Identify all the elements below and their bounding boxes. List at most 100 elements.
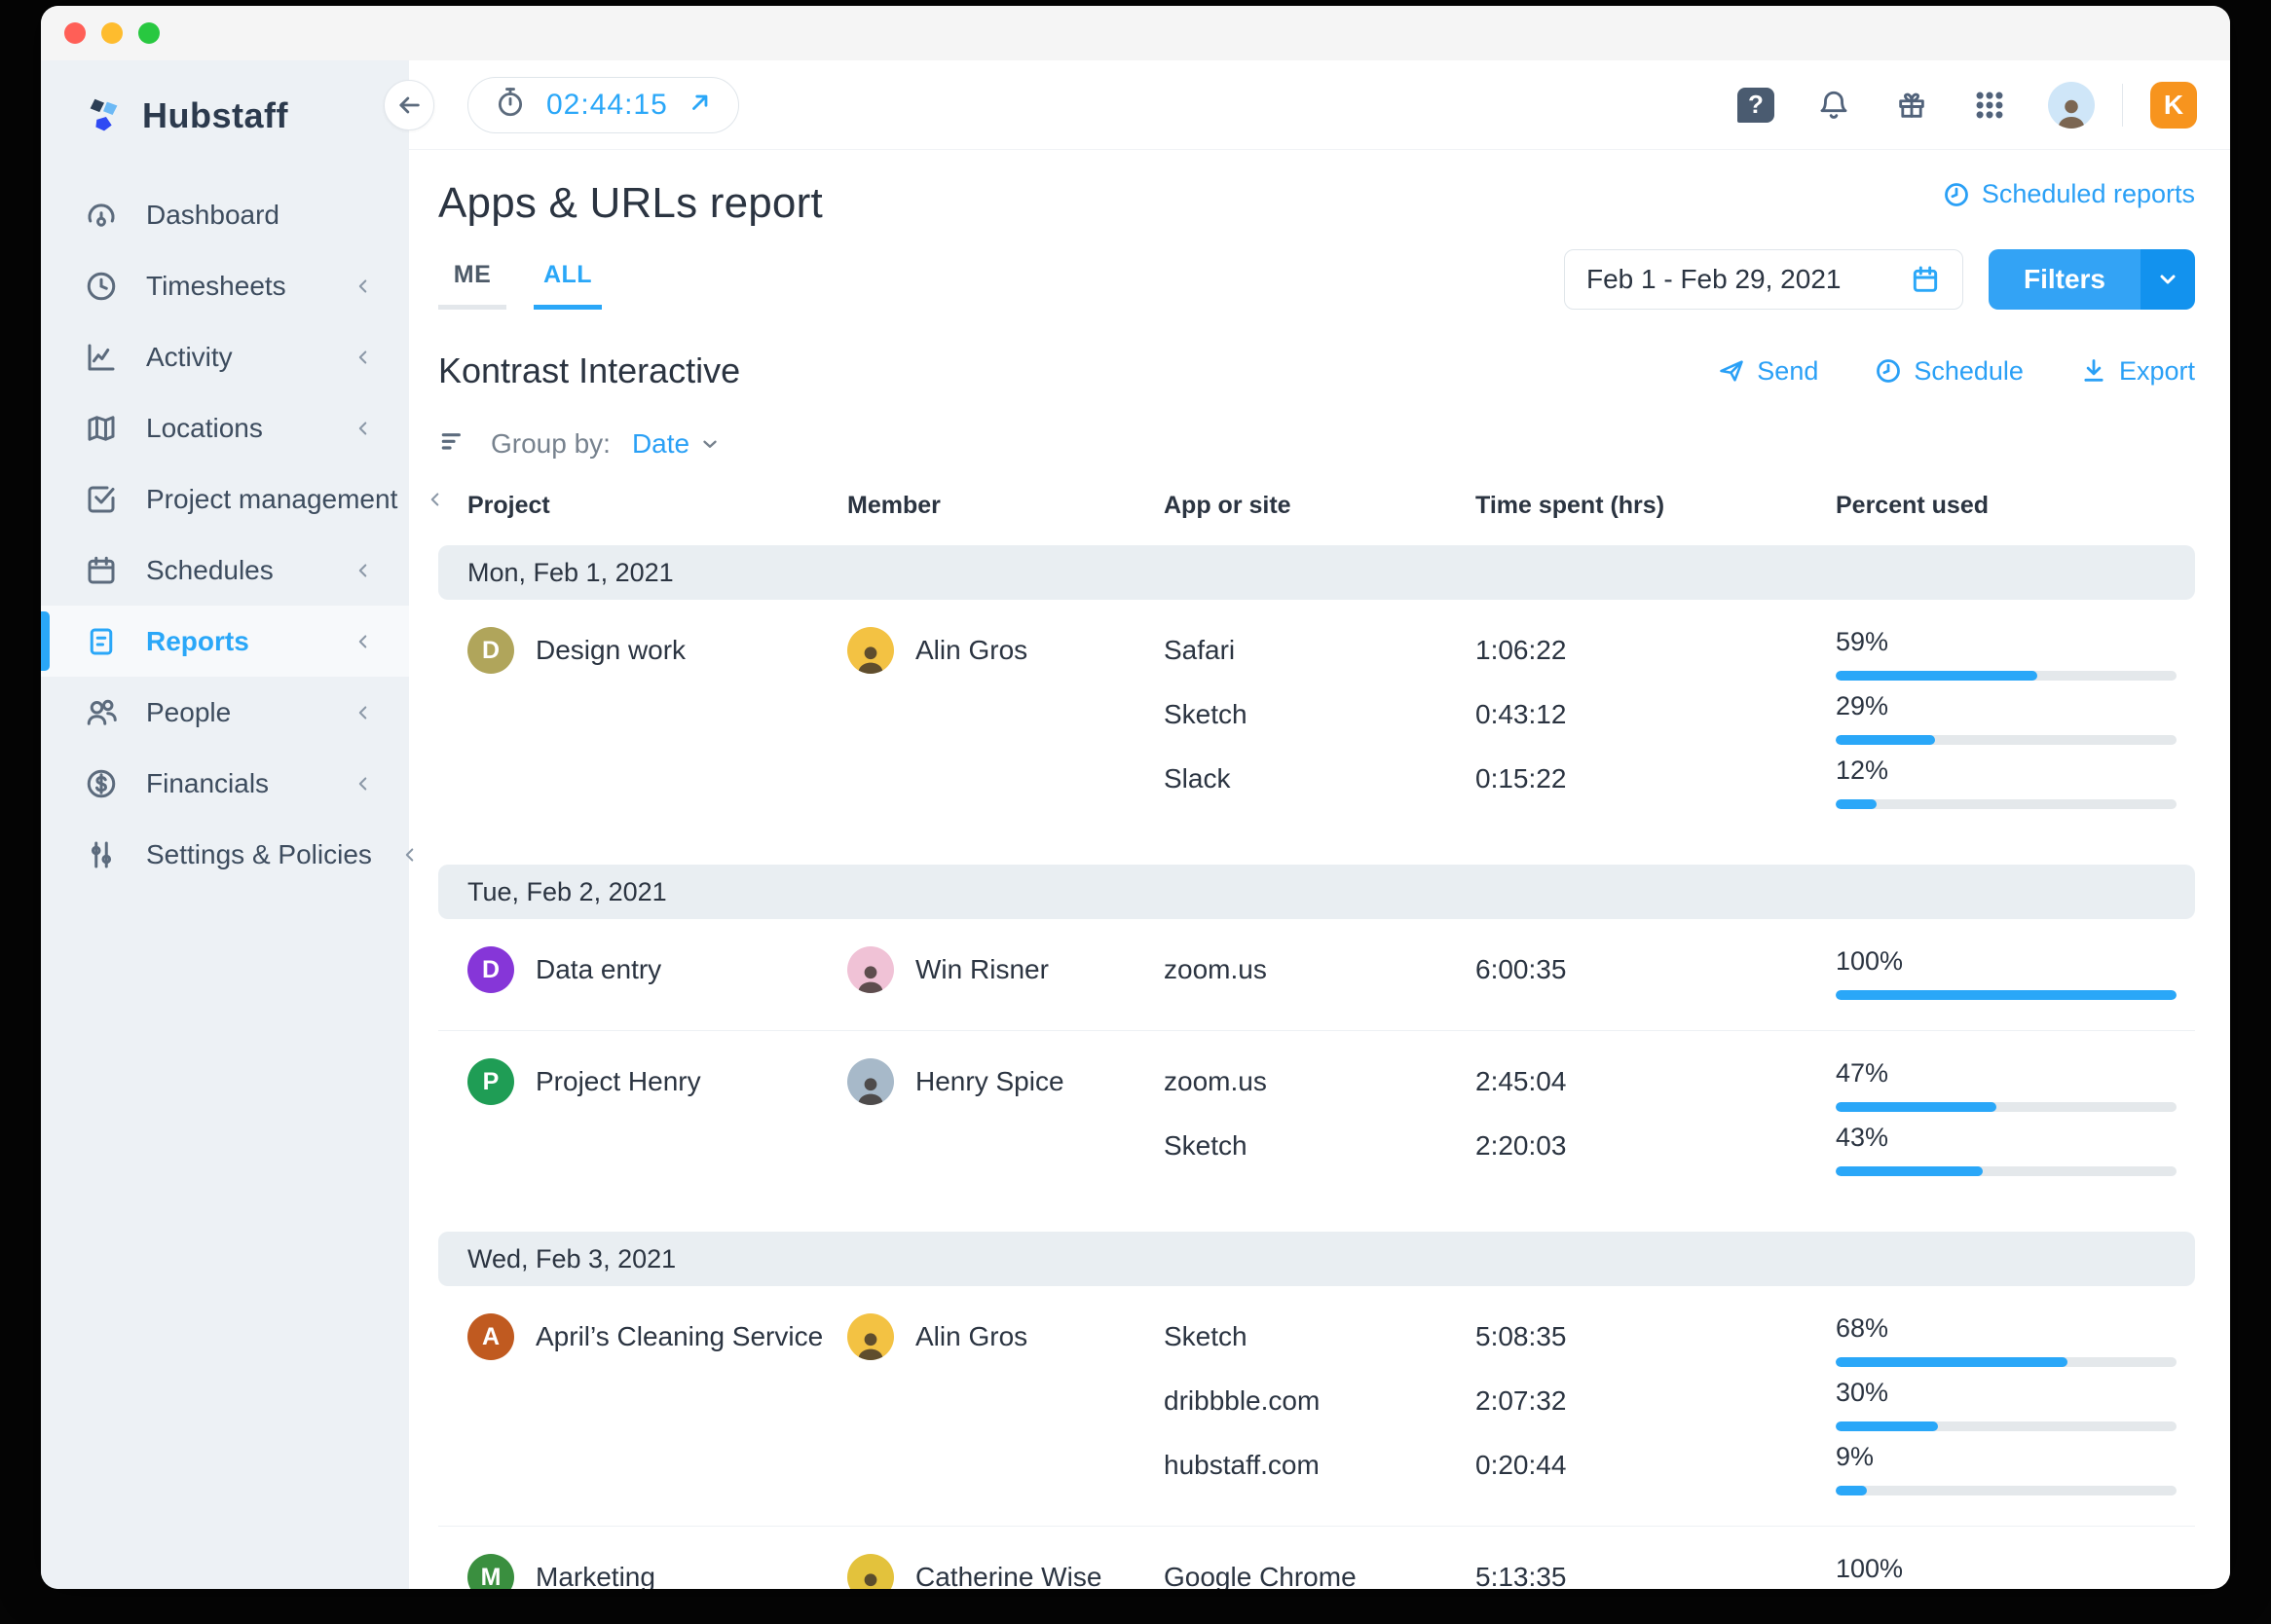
minimize-window-button[interactable] — [101, 22, 123, 44]
date-range-picker[interactable]: Feb 1 - Feb 29, 2021 — [1564, 249, 1963, 310]
percent-bar-track — [1836, 1486, 2177, 1495]
percent-bar-track — [1836, 1357, 2177, 1367]
back-button[interactable] — [384, 80, 434, 130]
sidebar-item-label: Reports — [146, 626, 325, 657]
tab-all[interactable]: ALL — [534, 247, 602, 310]
whats-new-button[interactable] — [1892, 86, 1931, 125]
scheduled-reports-link[interactable]: Scheduled reports — [1943, 179, 2195, 209]
close-window-button[interactable] — [64, 22, 86, 44]
hubstaff-logo-icon — [82, 93, 127, 138]
percent-bar-track — [1836, 1102, 2177, 1112]
project-cell: PProject Henry — [467, 1058, 847, 1105]
date-group-rows: DDesign workAlin GrosSafari1:06:2259%Ske… — [438, 600, 2195, 839]
chevron-down-icon — [2156, 268, 2179, 291]
percent-bar-track — [1836, 1421, 2177, 1431]
sidebar-item-project-management[interactable]: Project management — [41, 463, 409, 535]
date-group-header: Tue, Feb 2, 2021 — [438, 865, 2195, 919]
percent-used-label: 100% — [1836, 1554, 2195, 1584]
app-name: dribbble.com — [1164, 1378, 1475, 1417]
app-name: Safari — [1164, 627, 1475, 666]
sidebar-item-label: Locations — [146, 413, 325, 444]
member-name: Catherine Wise — [915, 1562, 1101, 1589]
percent-bar-fill — [1836, 1357, 2067, 1367]
percent-bar-track — [1836, 735, 2177, 745]
project-name: Design work — [536, 635, 686, 666]
send-button[interactable]: Send — [1718, 356, 1818, 387]
sidebar-item-people[interactable]: People — [41, 677, 409, 748]
hubstaff-logo[interactable]: Hubstaff — [41, 60, 409, 138]
help-icon: ? — [1737, 88, 1774, 123]
date-group-rows: AApril’s Cleaning ServiceAlin GrosSketch… — [438, 1286, 2195, 1589]
apps-cell: Sketch5:08:3568%dribbble.com2:07:3230%hu… — [1164, 1313, 2195, 1506]
percent-used-label: 29% — [1836, 691, 2195, 721]
app-usage-line: Sketch5:08:3568% — [1164, 1313, 2195, 1378]
sidebar-item-label: Dashboard — [146, 200, 374, 231]
percent-used-cell: 59% — [1836, 627, 2195, 681]
app-name: hubstaff.com — [1164, 1442, 1475, 1481]
timer-widget[interactable]: 02:44:15 — [467, 77, 739, 133]
timer-value: 02:44:15 — [546, 89, 668, 122]
bell-icon — [1817, 89, 1850, 122]
sidebar-item-label: Settings & Policies — [146, 839, 372, 870]
sidebar-item-activity[interactable]: Activity — [41, 321, 409, 392]
chevron-left-icon — [425, 489, 446, 510]
percent-used-label: 100% — [1836, 946, 2195, 977]
notifications-button[interactable] — [1814, 86, 1853, 125]
percent-used-cell: 9% — [1836, 1442, 2195, 1495]
export-label: Export — [2119, 356, 2195, 387]
app-body: Hubstaff Dashboard Timesheets Activity Loca… — [41, 60, 2230, 1589]
help-button[interactable]: ? — [1736, 86, 1775, 125]
chevron-left-icon — [353, 418, 374, 439]
project-name: April’s Cleaning Service — [536, 1321, 823, 1352]
chevron-left-icon — [353, 560, 374, 581]
sidebar-item-reports[interactable]: Reports — [41, 606, 409, 677]
group-by-selector[interactable]: Date — [632, 428, 721, 460]
member-avatar — [847, 1554, 894, 1589]
reports-icon — [84, 624, 119, 659]
sidebar-item-settings-policies[interactable]: Settings & Policies — [41, 819, 409, 890]
zoom-window-button[interactable] — [138, 22, 160, 44]
back-arrow-icon — [395, 92, 423, 119]
percent-used-cell: 47% — [1836, 1058, 2195, 1112]
sidebar-item-locations[interactable]: Locations — [41, 392, 409, 463]
filters-button[interactable]: Filters — [1989, 249, 2141, 310]
controls-row: ME ALL Feb 1 - Feb 29, 2021 Filters — [438, 247, 2195, 310]
apps-menu-button[interactable] — [1970, 86, 2009, 125]
member-avatar — [847, 1058, 894, 1105]
col-time-spent: Time spent (hrs) — [1475, 492, 1836, 520]
member-cell: Alin Gros — [847, 627, 1164, 674]
percent-bar-track — [1836, 990, 2177, 1000]
app-name: zoom.us — [1164, 1058, 1475, 1097]
project-name: Marketing — [536, 1562, 655, 1589]
app-window: Hubstaff Dashboard Timesheets Activity Loca… — [41, 6, 2230, 1589]
open-timer-icon[interactable] — [688, 90, 713, 120]
sidebar-item-schedules[interactable]: Schedules — [41, 535, 409, 606]
project-name: Data entry — [536, 954, 661, 985]
sidebar-item-label: Timesheets — [146, 271, 325, 302]
percent-bar-fill — [1836, 990, 2177, 1000]
sidebar-item-financials[interactable]: Financials — [41, 748, 409, 819]
table-row: DData entryWin Risnerzoom.us6:00:35100% — [438, 919, 2195, 1030]
percent-used-cell: 30% — [1836, 1378, 2195, 1431]
time-spent-value: 5:08:35 — [1475, 1313, 1836, 1352]
member-cell: Alin Gros — [847, 1313, 1164, 1360]
filters-dropdown-button[interactable] — [2141, 249, 2195, 310]
group-by-value: Date — [632, 428, 689, 460]
schedule-button[interactable]: Schedule — [1875, 356, 2024, 387]
activity-icon — [84, 340, 119, 375]
table-groups: Mon, Feb 1, 2021DDesign workAlin GrosSaf… — [438, 545, 2195, 1589]
scheduled-reports-label: Scheduled reports — [1982, 179, 2195, 209]
percent-bar-track — [1836, 1166, 2177, 1176]
sidebar-item-timesheets[interactable]: Timesheets — [41, 250, 409, 321]
date-group-label: Tue, Feb 2, 2021 — [467, 877, 667, 907]
sidebar-item-dashboard[interactable]: Dashboard — [41, 179, 409, 250]
export-button[interactable]: Export — [2080, 356, 2195, 387]
table-header: Project Member App or site Time spent (h… — [438, 492, 2195, 520]
sort-lines-icon — [438, 424, 469, 462]
organization-badge[interactable]: K — [2150, 82, 2197, 129]
user-avatar[interactable] — [2048, 82, 2095, 129]
people-icon — [84, 695, 119, 730]
member-name: Win Risner — [915, 954, 1049, 985]
tab-me[interactable]: ME — [438, 247, 506, 310]
app-usage-line: Safari1:06:2259% — [1164, 627, 2195, 691]
